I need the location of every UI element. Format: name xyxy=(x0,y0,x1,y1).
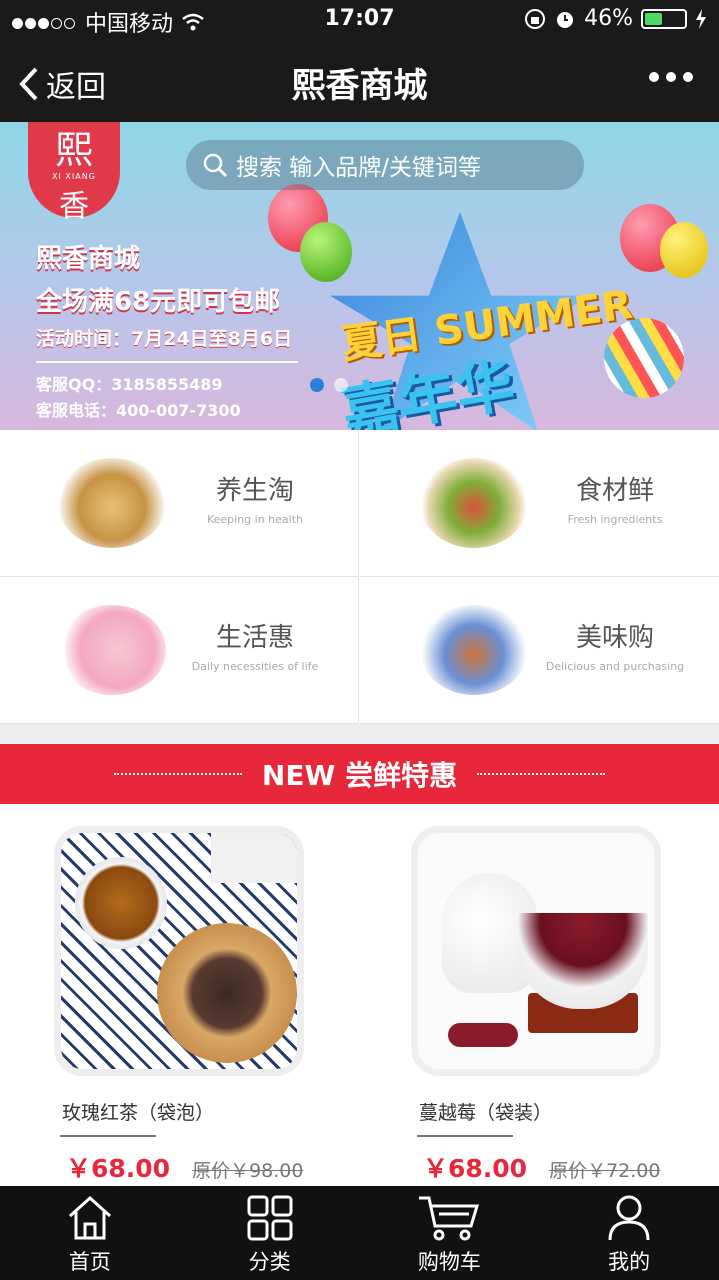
status-bar: 中国移动 17:07 46% xyxy=(0,0,719,40)
promo-phone: 客服电话：400-007-7300 xyxy=(36,401,241,420)
product-image[interactable] xyxy=(54,826,304,1076)
tab-label: 购物车 xyxy=(417,1250,481,1274)
tab-profile[interactable]: 我的 xyxy=(539,1186,719,1280)
tab-label: 首页 xyxy=(68,1250,111,1274)
category-daily[interactable]: 生活惠 Daily necessities of life xyxy=(0,577,359,724)
user-icon xyxy=(608,1195,650,1241)
tab-label: 分类 xyxy=(248,1250,291,1274)
category-delicious[interactable]: 美味购 Delicious and purchasing xyxy=(360,577,719,724)
cart-icon xyxy=(419,1196,480,1241)
page-title: 熙香商城 xyxy=(291,66,428,106)
cosmetics-image xyxy=(58,605,166,695)
dotted-line xyxy=(477,773,606,775)
dotted-line xyxy=(113,773,242,775)
category-subtitle: Delicious and purchasing xyxy=(545,660,685,673)
search-icon xyxy=(203,153,228,178)
status-right: 46% xyxy=(524,6,707,31)
product-original-price: 原价￥98.00 xyxy=(192,1160,304,1182)
category-icon xyxy=(247,1195,293,1241)
category-name: 食材鲜 xyxy=(575,476,654,506)
promo-free-shipping: 全场满68元即可包邮 xyxy=(36,287,281,317)
product-price: ￥68.00 xyxy=(66,1154,171,1183)
section-gap xyxy=(0,724,719,744)
battery-icon xyxy=(641,8,687,29)
category-health[interactable]: 养生淘 Keeping in health xyxy=(0,430,359,577)
banner-carousel[interactable]: 夏日 SUMMER 嘉年华 熙 XI XIANG 香 搜索 输入品牌/关键词等 … xyxy=(0,122,719,430)
grain-sacks-image xyxy=(58,458,166,548)
orientation-lock-icon xyxy=(525,8,546,29)
search-placeholder: 搜索 输入品牌/关键词等 xyxy=(236,155,482,181)
category-subtitle: Daily necessities of life xyxy=(191,660,319,673)
home-icon xyxy=(68,1195,111,1240)
category-name: 养生淘 xyxy=(215,476,294,506)
product-name: 蔓越莓（袋装） xyxy=(419,1102,553,1124)
alarm-icon xyxy=(557,11,574,28)
carousel-indicators xyxy=(310,378,348,392)
tab-home[interactable]: 首页 xyxy=(0,1186,180,1280)
product-original-price: 原价￥72.00 xyxy=(549,1160,661,1182)
carousel-dot[interactable] xyxy=(334,378,348,392)
promo-divider xyxy=(36,361,298,363)
category-subtitle: Fresh ingredients xyxy=(567,513,663,526)
product-name: 玫瑰红茶（袋泡） xyxy=(62,1102,215,1124)
promo-qq: 客服QQ：3185855489 xyxy=(36,375,223,394)
snacks-image xyxy=(420,605,528,695)
category-name: 生活惠 xyxy=(215,623,294,653)
summer-carnival-graphic: 夏日 SUMMER 嘉年华 xyxy=(300,202,700,430)
new-arrivals-header: NEW 尝鲜特惠 xyxy=(0,744,719,804)
section-title: NEW 尝鲜特惠 xyxy=(261,759,458,792)
product-card[interactable]: 蔓越莓（袋装） ￥68.00 原价￥72.00 xyxy=(411,826,661,1185)
category-grid: 养生淘 Keeping in health 食材鲜 Fresh ingredient… xyxy=(0,430,719,724)
promo-period: 活动时间：7月24日至8月6日 xyxy=(36,328,293,350)
brand-logo: 熙 XI XIANG 香 xyxy=(28,122,120,224)
search-bar[interactable]: 搜索 输入品牌/关键词等 xyxy=(186,140,584,190)
carousel-dot[interactable] xyxy=(310,378,324,392)
vegetable-basket-image xyxy=(420,458,528,548)
promo-text: 熙香商城 全场满68元即可包邮 活动时间：7月24日至8月6日 客服QQ：318… xyxy=(36,238,298,421)
category-name: 美味购 xyxy=(575,623,654,653)
tab-bar: 首页 分类 购物车 我的 xyxy=(0,1186,719,1280)
tab-category[interactable]: 分类 xyxy=(180,1186,360,1280)
product-card[interactable]: 玫瑰红茶（袋泡） ￥68.00 原价￥98.00 xyxy=(54,826,304,1185)
charging-icon xyxy=(696,8,706,29)
category-fresh[interactable]: 食材鲜 Fresh ingredients xyxy=(360,430,719,577)
promo-shop-name: 熙香商城 xyxy=(36,244,141,274)
tab-cart[interactable]: 购物车 xyxy=(360,1186,540,1280)
product-divider xyxy=(417,1135,513,1137)
category-subtitle: Keeping in health xyxy=(206,513,304,526)
product-divider xyxy=(60,1135,156,1137)
more-button[interactable] xyxy=(649,72,693,82)
battery-percent: 46% xyxy=(584,6,633,31)
product-image[interactable] xyxy=(411,826,661,1076)
product-price: ￥68.00 xyxy=(423,1154,528,1183)
tab-label: 我的 xyxy=(608,1250,651,1274)
nav-bar: 返回 熙香商城 xyxy=(0,40,719,122)
